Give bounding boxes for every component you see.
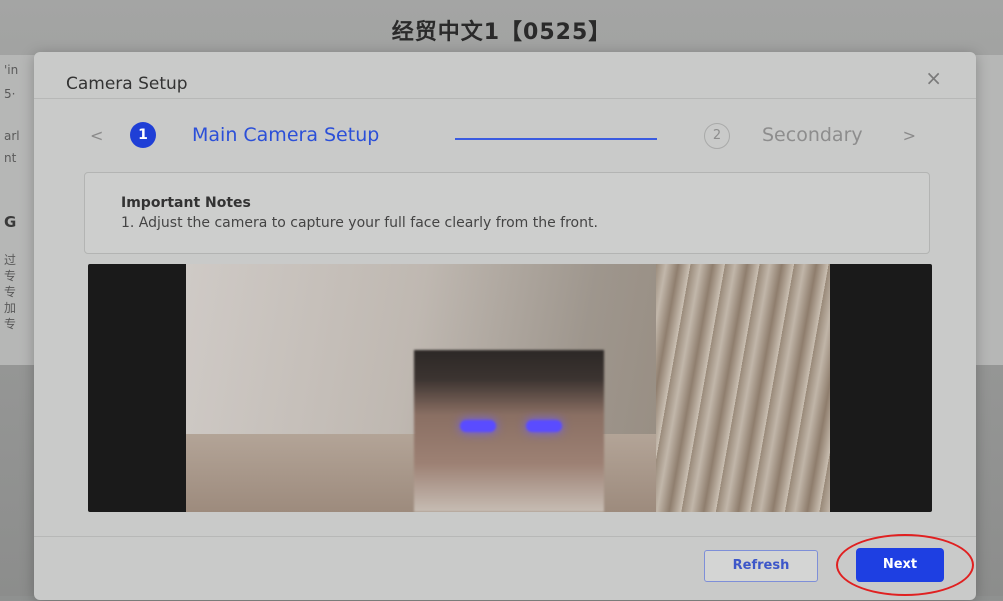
step-connector-line xyxy=(455,138,657,140)
background-text-fragment: 加 xyxy=(4,301,17,315)
background-text-fragment: 专 xyxy=(4,317,17,331)
background-text-fragment: 专 xyxy=(4,269,17,283)
prev-step-arrow-icon[interactable]: < xyxy=(90,126,103,145)
camera-setup-modal: Camera Setup × < > 1 Main Camera Setup 2… xyxy=(34,52,976,600)
pixelated-face xyxy=(414,350,604,512)
modal-footer xyxy=(34,536,976,601)
background-text-fragment: 专 xyxy=(4,285,17,299)
page-title: 经贸中文1【0525】 xyxy=(391,20,612,45)
background-text-fragment: 过 xyxy=(4,253,17,267)
notes-text: 1. Adjust the camera to capture your ful… xyxy=(121,215,598,231)
camera-preview xyxy=(88,264,932,512)
step-1-number: 1 xyxy=(130,122,156,148)
background-text-fragment: 'in xyxy=(4,63,19,77)
notes-title: Important Notes xyxy=(121,195,251,211)
close-icon[interactable]: × xyxy=(925,66,942,90)
background-text-fragment: nt xyxy=(4,151,17,165)
camera-wall xyxy=(656,264,830,512)
background-text-fragment: 5· xyxy=(4,87,16,101)
modal-title: Camera Setup xyxy=(66,74,188,94)
eye-glow xyxy=(526,420,562,432)
important-notes-box: Important Notes 1. Adjust the camera to … xyxy=(84,172,930,254)
refresh-button[interactable]: Refresh xyxy=(704,550,818,582)
step-2-number: 2 xyxy=(704,123,730,149)
eye-glow xyxy=(460,420,496,432)
highlight-annotation xyxy=(836,534,974,596)
background-text-fragment: arl xyxy=(4,129,20,143)
background-text-fragment: G xyxy=(4,213,17,231)
modal-header: Camera Setup × xyxy=(34,52,976,99)
step-2-label[interactable]: Secondary xyxy=(762,124,863,146)
camera-frame xyxy=(186,264,830,512)
next-step-arrow-icon[interactable]: > xyxy=(903,126,916,145)
step-1-label[interactable]: Main Camera Setup xyxy=(192,124,379,146)
